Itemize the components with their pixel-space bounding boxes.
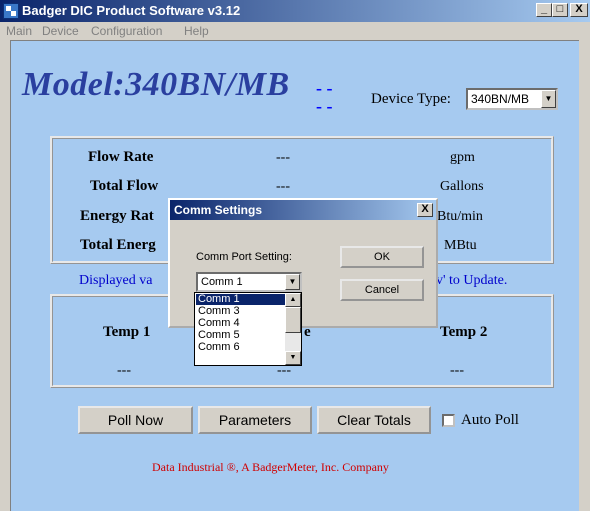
total-flow-value: ---: [276, 179, 290, 194]
comm-port-value: Comm 1: [201, 276, 243, 288]
auto-poll-label[interactable]: Auto Poll: [461, 412, 519, 429]
temp2-label: Temp 2: [440, 324, 488, 340]
list-scrollbar[interactable]: ▲ ▼: [285, 293, 301, 365]
comm-port-label: Comm Port Setting:: [196, 251, 292, 263]
menu-main[interactable]: Main: [6, 24, 32, 38]
total-energy-unit: MBtu: [444, 238, 477, 253]
menu-device[interactable]: Device: [42, 24, 79, 38]
dialog-title: Comm Settings: [174, 203, 263, 217]
main-window: Badger DIC Product Software v3.12 _ □ X …: [0, 0, 590, 511]
menu-help[interactable]: Help: [184, 24, 209, 38]
cancel-button[interactable]: Cancel: [340, 279, 424, 301]
dialog-title-bar[interactable]: Comm Settings X: [170, 200, 436, 220]
maximize-button[interactable]: □: [552, 3, 568, 17]
auto-poll-checkbox[interactable]: [442, 414, 455, 427]
device-type-select[interactable]: 340BN/MB ▼: [466, 88, 558, 110]
temp1-label: Temp 1: [103, 324, 151, 340]
poll-now-button[interactable]: Poll Now: [78, 406, 193, 434]
clear-totals-button[interactable]: Clear Totals: [317, 406, 431, 434]
footer-text: Data Industrial ®, A BadgerMeter, Inc. C…: [152, 460, 389, 474]
chevron-down-icon[interactable]: ▼: [285, 274, 300, 290]
list-item[interactable]: Comm 3: [196, 306, 286, 317]
window-title: Badger DIC Product Software v3.12: [22, 3, 241, 18]
parameters-button[interactable]: Parameters: [198, 406, 312, 434]
update-note-left: Displayed va: [79, 273, 153, 288]
dialog-close-button[interactable]: X: [417, 203, 433, 217]
menu-configuration[interactable]: Configuration: [91, 24, 162, 38]
ok-button[interactable]: OK: [340, 246, 424, 268]
list-item[interactable]: Comm 5: [196, 330, 286, 341]
update-note-right: v' to Update.: [436, 273, 508, 288]
list-item[interactable]: Comm 1: [196, 294, 286, 305]
energy-rate-label: Energy Rat: [80, 208, 154, 224]
list-item[interactable]: Comm 6: [196, 342, 286, 353]
total-energy-label: Total Energ: [80, 237, 156, 253]
scroll-down-icon[interactable]: ▼: [285, 351, 301, 365]
flow-rate-value: ---: [276, 150, 290, 165]
comm-port-dropdown-list: Comm 1 Comm 3 Comm 4 Comm 5 Comm 6 ▲ ▼: [194, 292, 302, 366]
device-type-label: Device Type:: [371, 91, 451, 107]
temp2-value: ---: [450, 363, 464, 378]
minimize-button[interactable]: _: [536, 3, 552, 17]
connection-indicator-bottom: - -: [316, 96, 333, 116]
device-type-value: 340BN/MB: [471, 92, 530, 106]
chevron-down-icon[interactable]: ▼: [541, 90, 556, 108]
model-title: Model:340BN/MB: [22, 66, 290, 103]
scroll-thumb[interactable]: [285, 307, 301, 333]
total-flow-label: Total Flow: [90, 178, 159, 194]
title-bar[interactable]: Badger DIC Product Software v3.12 _ □ X: [0, 0, 590, 22]
comm-port-select[interactable]: Comm 1 ▼: [196, 272, 302, 292]
menu-bar: Main Device Configuration Help: [0, 22, 590, 40]
close-button[interactable]: X: [570, 3, 588, 17]
flow-rate-unit: gpm: [450, 150, 475, 165]
list-item[interactable]: Comm 4: [196, 318, 286, 329]
flow-rate-label: Flow Rate: [88, 149, 154, 165]
scroll-up-icon[interactable]: ▲: [285, 293, 301, 307]
temp1-value: ---: [117, 363, 131, 378]
app-icon: [3, 3, 19, 19]
total-flow-unit: Gallons: [440, 179, 484, 194]
